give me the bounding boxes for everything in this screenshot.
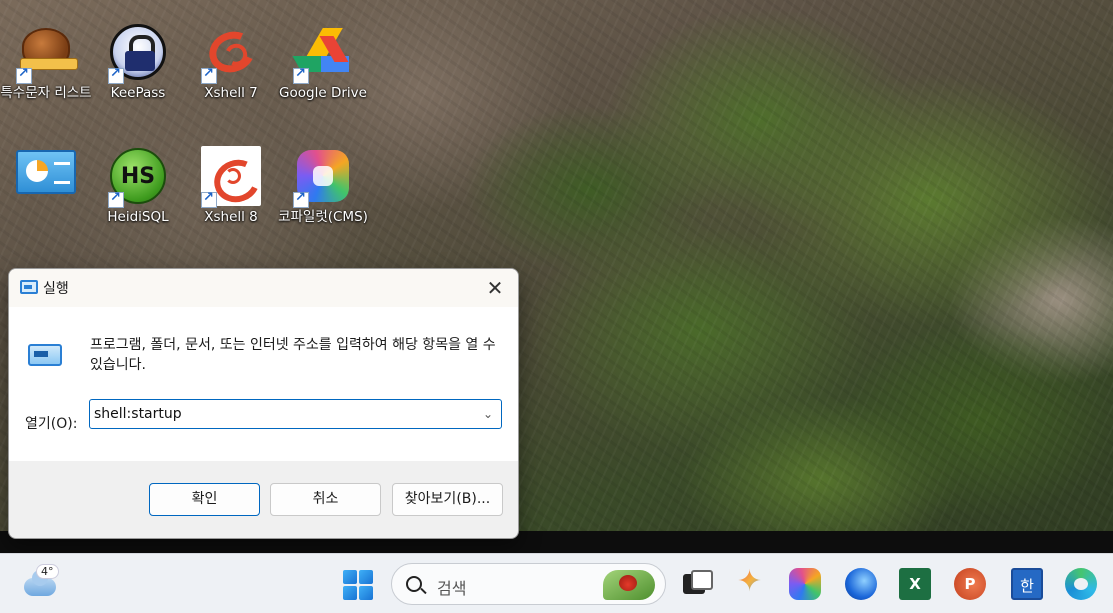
desktop-icon-keepass[interactable]: KeePass (92, 22, 184, 103)
run-body: 프로그램, 폴더, 문서, 또는 인터넷 주소를 입력하여 해당 항목을 열 수… (9, 307, 518, 461)
cloud-icon (24, 570, 56, 596)
desktop-icon-unnamed[interactable] (0, 146, 92, 208)
open-input[interactable] (94, 404, 474, 424)
start-button[interactable] (343, 570, 373, 600)
google-drive-icon (292, 22, 353, 84)
gemini-icon[interactable] (735, 564, 767, 600)
desktop-icon-label: HeidiSQL (107, 209, 169, 225)
powerpoint-icon[interactable]: P (954, 568, 986, 600)
desktop-icon-special-chars[interactable]: 특수문자 리스트 (0, 22, 92, 103)
run-app-icon (20, 280, 38, 294)
browse-button[interactable]: 찾아보기(B)... (392, 483, 503, 516)
desktop-icon-google-drive[interactable]: Google Drive (277, 22, 369, 103)
ok-button[interactable]: 확인 (149, 483, 260, 516)
hwp-icon[interactable]: 한 (1011, 568, 1043, 600)
cancel-button[interactable]: 취소 (270, 483, 381, 516)
open-label: 열기(O): (25, 416, 78, 432)
desktop-icon-label: 코파일럿(CMS) (278, 209, 368, 225)
shortcut-arrow-icon (293, 66, 309, 84)
shortcut-arrow-icon (293, 190, 309, 208)
special-chars-icon (16, 22, 78, 84)
keepass-icon (108, 22, 168, 84)
search-icon (406, 576, 422, 592)
desktop-icon-xshell7[interactable]: Xshell 7 (185, 22, 277, 103)
desktop-icon-heidisql[interactable]: HS HeidiSQL (92, 146, 184, 227)
xshell-icon (201, 22, 261, 84)
run-icon (28, 344, 62, 366)
run-title: 실행 (43, 281, 69, 297)
run-description: 프로그램, 폴더, 문서, 또는 인터넷 주소를 입력하여 해당 항목을 열 수… (90, 337, 496, 373)
shortcut-arrow-icon (201, 190, 217, 208)
shortcut-arrow-icon (201, 66, 217, 84)
windows-logo-icon (343, 570, 357, 584)
app-window-icon (16, 146, 76, 206)
search-placeholder: 검색 (437, 579, 467, 598)
close-button[interactable]: ✕ (472, 269, 518, 307)
thunderbird-icon[interactable] (845, 568, 877, 600)
shortcut-arrow-icon (108, 190, 124, 208)
edge-icon[interactable] (1065, 568, 1097, 600)
excel-icon[interactable]: X (899, 568, 931, 600)
desktop-icon-label: Google Drive (279, 85, 367, 101)
taskbar-search[interactable]: 검색 (391, 563, 666, 605)
open-combobox[interactable]: ⌄ (89, 399, 502, 429)
search-highlight-ladybug-icon[interactable] (603, 570, 655, 600)
chevron-down-icon[interactable]: ⌄ (479, 404, 497, 424)
desktop-icon-label: KeePass (110, 85, 166, 101)
copilot-icon (293, 146, 353, 208)
xshell-icon (201, 146, 261, 208)
weather-widget[interactable]: 4° (22, 564, 66, 604)
copilot-icon[interactable] (789, 568, 821, 600)
shortcut-arrow-icon (16, 66, 32, 84)
shortcut-arrow-icon (108, 66, 124, 84)
run-dialog: 실행 ✕ 프로그램, 폴더, 문서, 또는 인터넷 주소를 입력하여 해당 항목… (8, 268, 519, 539)
taskbar: 4° 검색 X P 한 (0, 553, 1113, 613)
desktop-icon-xshell8[interactable]: Xshell 8 (185, 146, 277, 227)
heidisql-icon: HS (108, 146, 168, 208)
desktop-icon-label: Xshell 8 (204, 209, 258, 225)
close-icon: ✕ (486, 276, 504, 300)
weather-temperature: 4° (36, 564, 59, 579)
task-view-icon[interactable] (680, 568, 713, 600)
run-titlebar[interactable]: 실행 ✕ (9, 269, 518, 307)
desktop-icon-label: 특수문자 리스트 (0, 85, 92, 101)
desktop-icon-copilot[interactable]: 코파일럿(CMS) (277, 146, 369, 227)
desktop-icon-label: Xshell 7 (204, 85, 258, 101)
